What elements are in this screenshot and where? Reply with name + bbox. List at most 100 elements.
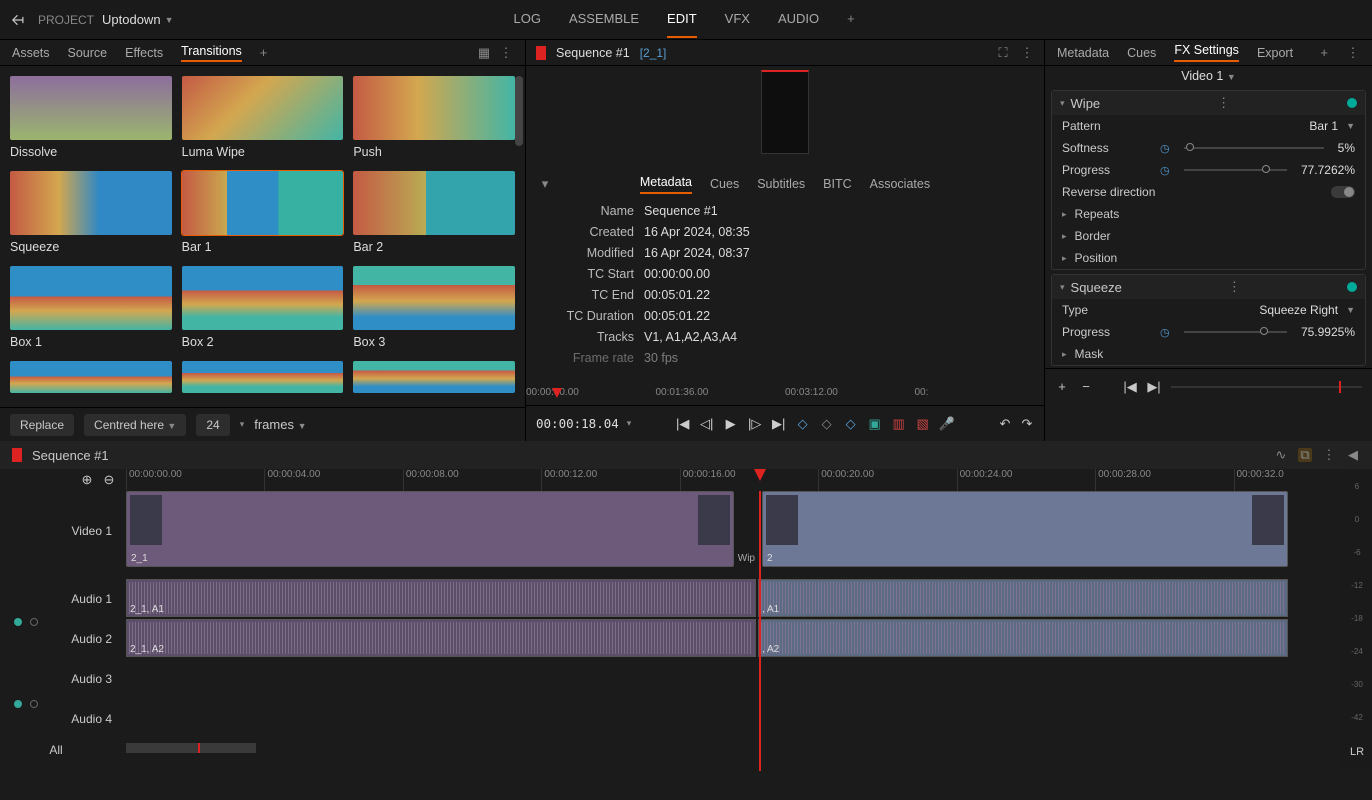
fx-enabled-icon[interactable] (1347, 98, 1357, 108)
timeline-ruler[interactable]: 00:00:00.00 00:00:04.00 00:00:08.00 00:0… (126, 469, 1372, 491)
track-active-dot[interactable] (14, 700, 22, 708)
ripple-icon[interactable]: ▧ (916, 417, 930, 431)
step-back-icon[interactable]: ◁| (700, 417, 714, 431)
viewer-playhead-icon[interactable] (552, 388, 562, 398)
mtab-metadata[interactable]: Metadata (640, 175, 692, 194)
fx-track-title[interactable]: Video 1 ▼ (1045, 66, 1372, 88)
audio-clip-1b[interactable]: , A1 (758, 579, 1288, 617)
lp-tab-source[interactable]: Source (68, 46, 108, 60)
frames-stepper-icon[interactable]: ▾ (240, 419, 245, 430)
overwrite-icon[interactable]: ▥ (892, 417, 906, 431)
replace-button[interactable]: Replace (10, 414, 74, 436)
mark-out-icon[interactable]: ◇ (844, 417, 858, 431)
transition-bar-2[interactable]: Bar 2 (353, 171, 515, 254)
play-icon[interactable]: ▶ (724, 417, 738, 431)
go-start-icon[interactable]: |◀ (676, 417, 690, 431)
timeline-overview[interactable] (126, 739, 1372, 761)
undo-icon[interactable]: ↶ (998, 417, 1012, 431)
track-label-a3[interactable]: Audio 3 (0, 659, 126, 699)
fx-add-icon[interactable]: + (1055, 380, 1069, 394)
add-tab-button[interactable]: + (847, 1, 855, 38)
track-solo-dot[interactable] (30, 700, 38, 708)
tl-more-icon[interactable]: ⋮ (1322, 448, 1336, 462)
audio-track-4[interactable] (126, 699, 1372, 739)
rp-tab-cues[interactable]: Cues (1127, 46, 1156, 60)
zoom-out-icon[interactable]: ⊖ (102, 473, 116, 487)
fx-position-row[interactable]: ▸Position (1052, 247, 1365, 269)
tab-assemble[interactable]: ASSEMBLE (569, 1, 639, 38)
waveform-icon[interactable]: ∿ (1274, 448, 1288, 462)
mic-icon[interactable]: 🎤 (940, 417, 954, 431)
mark-in-icon[interactable]: ◇ (796, 417, 810, 431)
transition-push[interactable]: Push (353, 76, 515, 159)
redo-icon[interactable]: ↷ (1020, 417, 1034, 431)
track-label-v1[interactable]: Video 1 (0, 491, 126, 571)
lp-tab-effects[interactable]: Effects (125, 46, 163, 60)
video-clip-1[interactable]: 2_1Wip (126, 491, 734, 567)
fx-type-row[interactable]: TypeSqueeze Right ▼ (1052, 299, 1365, 321)
tab-log[interactable]: LOG (513, 1, 540, 38)
fx-reverse-row[interactable]: Reverse direction (1052, 181, 1365, 203)
mark-clear-icon[interactable]: ◇ (820, 417, 834, 431)
audio-clip-2a[interactable]: 2_1, A2 (126, 619, 756, 657)
video-clip-2[interactable]: 2 (762, 491, 1288, 567)
viewer-more-icon[interactable]: ⋮ (1020, 46, 1034, 60)
insert-icon[interactable]: ▣ (868, 417, 882, 431)
more-icon[interactable]: ⋮ (499, 46, 513, 60)
lp-tab-transitions[interactable]: Transitions (181, 44, 242, 62)
mtab-bitc[interactable]: BITC (823, 177, 851, 191)
video-track-1[interactable]: 2_1Wip 2 (126, 491, 1372, 571)
fx-pattern-row[interactable]: PatternBar 1 ▼ (1052, 115, 1365, 137)
track-solo-dot[interactable] (30, 618, 38, 626)
fx-enabled-icon[interactable] (1347, 282, 1357, 292)
lp-add-tab[interactable]: + (260, 45, 268, 60)
fx-repeats-row[interactable]: ▸Repeats (1052, 203, 1365, 225)
rp-more-icon[interactable]: ⋮ (1346, 46, 1360, 60)
link-icon[interactable]: ⧉ (1298, 448, 1312, 462)
tab-edit[interactable]: EDIT (667, 1, 697, 38)
zoom-in-icon[interactable]: ⊕ (80, 473, 94, 487)
kf-prev-icon[interactable]: |◀ (1123, 380, 1137, 394)
fx-mask-row[interactable]: ▸Mask (1052, 343, 1365, 365)
playhead-line[interactable] (759, 491, 761, 771)
lp-tab-assets[interactable]: Assets (12, 46, 50, 60)
transition-box-1[interactable]: Box 1 (10, 266, 172, 349)
rp-tab-fx-settings[interactable]: FX Settings (1174, 43, 1239, 62)
timecode-display[interactable]: 00:00:18.04 (536, 416, 619, 431)
fx-progress-row[interactable]: Progress◷77.7262% (1052, 159, 1365, 181)
fx-squeeze-header[interactable]: ▾Squeeze ⋮ (1052, 275, 1365, 299)
sequence-sub[interactable]: [2_1] (640, 46, 667, 60)
transition-more-1[interactable] (10, 361, 172, 393)
fx-wipe-header[interactable]: ▾Wipe ⋮ (1052, 91, 1365, 115)
mtab-subtitles[interactable]: Subtitles (757, 177, 805, 191)
transition-more-3[interactable] (353, 361, 515, 393)
transition-squeeze[interactable]: Squeeze (10, 171, 172, 254)
mtab-associates[interactable]: Associates (870, 177, 930, 191)
centred-dropdown[interactable]: Centred here ▼ (84, 414, 186, 436)
back-icon[interactable] (12, 13, 26, 27)
transition-bar-1[interactable]: Bar 1 (182, 171, 344, 254)
audio-track-2[interactable]: 2_1, A2 , A2 (126, 619, 1372, 659)
transition-box-2[interactable]: Box 2 (182, 266, 344, 349)
audio-track-1[interactable]: 2_1, A1 , A1 (126, 579, 1372, 619)
audio-track-3[interactable] (126, 659, 1372, 699)
track-label-a1[interactable]: Audio 1 (0, 579, 126, 619)
fx-softness-row[interactable]: Softness◷5% (1052, 137, 1365, 159)
frames-number[interactable]: 24 (196, 414, 229, 436)
viewer-preview[interactable] (761, 70, 809, 154)
frames-unit-dropdown[interactable]: frames ▼ (254, 417, 306, 432)
rp-tab-export[interactable]: Export (1257, 46, 1293, 60)
tc-chev-icon[interactable]: ▾ (627, 418, 632, 429)
tab-audio[interactable]: AUDIO (778, 1, 819, 38)
transition-more-2[interactable] (182, 361, 344, 393)
step-fwd-icon[interactable]: |▷ (748, 417, 762, 431)
transition-dissolve[interactable]: Dissolve (10, 76, 172, 159)
transition-luma-wipe[interactable]: Luma Wipe (182, 76, 344, 159)
mtab-cues[interactable]: Cues (710, 177, 739, 191)
go-end-icon[interactable]: ▶| (772, 417, 786, 431)
track-active-dot[interactable] (14, 618, 22, 626)
audio-clip-2b[interactable]: , A2 (758, 619, 1288, 657)
lp-scrollbar[interactable] (515, 76, 523, 146)
viewer-ruler[interactable]: 00:00:00.0000:01:36.0000:03:12.0000: (526, 387, 1044, 405)
audio-clip-1a[interactable]: 2_1, A1 (126, 579, 756, 617)
